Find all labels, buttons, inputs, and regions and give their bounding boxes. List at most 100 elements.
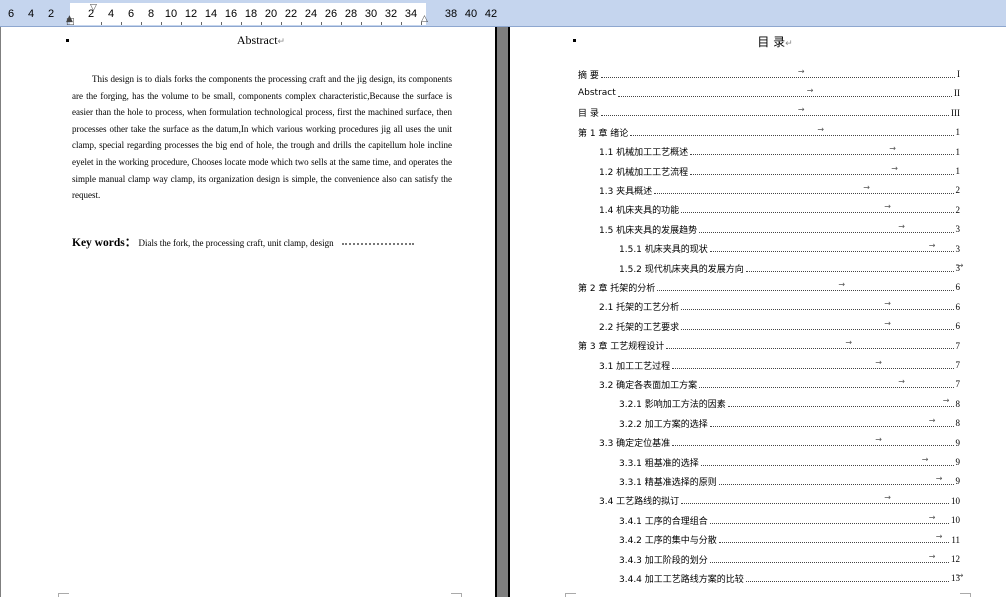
toc-entry[interactable]: 1.5 机床夹具的发展趋势 → 3	[599, 222, 960, 236]
ruler-tick	[341, 22, 342, 25]
toc-entry[interactable]: 第 3 章 工艺规程设计 → 7	[578, 338, 960, 353]
toc-entry-page: 9	[955, 457, 961, 467]
ruler-number: 14	[204, 8, 218, 20]
toc-entry[interactable]: 1.5.1 机床夹具的现状 → 3	[619, 241, 960, 255]
toc-leader-dots: →	[672, 435, 954, 447]
toc-entry-label: 第 3 章 工艺规程设计	[578, 342, 665, 353]
ruler-number: 38	[444, 8, 458, 20]
ruler-number: 4	[27, 8, 35, 20]
toc-entry[interactable]: 1.4 机床夹具的功能 → 2	[599, 202, 960, 217]
toc-entry-page: I	[957, 69, 960, 79]
tab-arrow-icon: →	[838, 279, 846, 289]
tab-arrow-icon: →	[797, 66, 805, 76]
toc-entry[interactable]: 3.4.3 加工阶段的划分 → 12	[619, 552, 960, 566]
toc-entry-label: 目 录	[578, 109, 599, 120]
toc-entry[interactable]: 1.3 夹具概述 → 2	[599, 183, 960, 197]
toc-entry-label: 3.3.1 精基准选择的原则	[619, 477, 717, 488]
toc-entry[interactable]: 第 1 章 绪论 → 1	[578, 125, 960, 139]
tab-arrow-icon: →	[928, 415, 936, 425]
ruler-number: 2	[47, 8, 55, 20]
ruler-number: 20	[264, 8, 278, 20]
toc-entry-label: 1.3 夹具概述	[599, 186, 653, 197]
toc-entry[interactable]: 3.4.4 加工工艺路线方案的比较 → 13	[619, 571, 963, 585]
toc-entry[interactable]: Abstract → II	[578, 85, 960, 99]
tab-arrow-icon: →	[806, 85, 814, 95]
toc-entry[interactable]: 3.4.2 工序的集中与分散 → 11	[619, 532, 960, 546]
toc-entry[interactable]: 3.2 确定各表面加工方案 → 7	[599, 377, 960, 391]
toc-leader-dots: →	[681, 202, 954, 214]
toc-entry-label: 1.1 机械加工工艺概述	[599, 148, 689, 159]
toc-entry[interactable]: 3.4 工艺路线的拟订 → 10	[599, 493, 960, 507]
toc-entry-page: II	[954, 88, 960, 99]
tab-arrow-icon: →	[928, 551, 936, 561]
toc-leader-dots: →	[745, 261, 963, 272]
toc-entry[interactable]: 目 录 → III	[578, 105, 960, 120]
toc-entry[interactable]: 摘 要 → I	[578, 67, 960, 81]
ruler-number: 18	[244, 8, 258, 20]
tab-arrow-icon: →	[956, 260, 964, 270]
toc-entry-page: 8	[955, 418, 961, 429]
toc-entry[interactable]: 3.1 加工工艺过程 → 7	[599, 357, 960, 372]
toc-entry[interactable]: 3.4.1 工序的合理组合 → 10	[619, 513, 960, 527]
toc-leader-dots: →	[690, 164, 954, 175]
toc-entry[interactable]: 3.2.1 影响加工方法的因素 → 8	[619, 396, 961, 411]
ruler-tick	[121, 22, 122, 25]
ruler-number: 26	[324, 8, 338, 20]
tab-arrow-icon: →	[863, 182, 870, 192]
toc-entry[interactable]: 第 2 章 托架的分析 → 6	[578, 280, 960, 294]
toc-entry[interactable]: 2.2 托架的工艺要求 → 6	[599, 318, 960, 333]
toc-entry[interactable]: 3.2.2 加工方案的选择 → 8	[619, 415, 961, 430]
first-line-indent-marker-icon[interactable]: ▽	[90, 4, 97, 13]
ruler-number: 24	[304, 8, 318, 20]
tab-arrow-icon: →	[875, 357, 882, 367]
keywords-label: Key words：	[72, 237, 137, 249]
toc-entry-page: 9	[955, 476, 961, 487]
toc-leader-dots: →	[654, 183, 954, 194]
tab-arrow-icon: →	[889, 144, 896, 154]
toc-entry[interactable]: 1.5.2 现代机床夹具的发展方向 → 3	[619, 261, 963, 275]
toc-entry[interactable]: 3.3 确定定位基准 → 9	[599, 435, 960, 449]
toc-leader-dots: →	[681, 299, 954, 311]
tab-arrow-icon: →	[797, 105, 805, 115]
toc-entry-label: 3.4.1 工序的合理组合	[619, 516, 708, 527]
tab-arrow-icon: →	[875, 435, 882, 445]
ruler-number: 22	[284, 8, 298, 20]
toc-entry[interactable]: 3.3.1 精基准选择的原则 → 9	[619, 474, 961, 488]
toc-leader-dots: →	[630, 125, 954, 136]
toc-entry-label: 1.4 机床夹具的功能	[599, 206, 680, 217]
toc-entry[interactable]: 2.1 托架的工艺分析 → 6	[599, 299, 960, 313]
toc-leader-dots: →	[709, 552, 949, 563]
left-indent-box-icon[interactable]: □	[66, 18, 75, 27]
ruler-number: 10	[164, 8, 178, 20]
toc-entry[interactable]: 1.2 机械加工工艺流程 → 1	[599, 164, 961, 178]
ruler-number: 16	[224, 8, 238, 20]
toc-entry-page: 1	[955, 166, 961, 176]
ruler-number: 4	[107, 8, 115, 20]
tab-arrow-icon: →	[928, 241, 936, 251]
toc-entry-label: 3.2.1 影响加工方法的因素	[619, 400, 726, 411]
tab-arrow-icon: →	[891, 163, 898, 173]
keywords-line: Key words： Dials the fork, the processin…	[72, 234, 462, 250]
tab-arrow-icon: →	[845, 338, 853, 348]
toc-entry[interactable]: 3.3.1 粗基准的选择 → 9	[619, 455, 961, 469]
toc-leader-dots: →	[600, 105, 949, 117]
toc-leader-dots: →	[657, 280, 954, 291]
tab-arrow-icon: →	[817, 124, 825, 134]
toc-entry-page: 8	[955, 398, 961, 409]
abstract-body: This design is to dials forks the compon…	[72, 74, 452, 201]
keywords-dotted-line	[341, 242, 414, 245]
toc-leader-dots: →	[600, 67, 955, 78]
toc-entry[interactable]: 1.1 机械加工工艺概述 → 1	[599, 144, 960, 159]
toc-leader-dots: →	[700, 455, 954, 466]
toc-entry-label: 1.5.2 现代机床夹具的发展方向	[619, 264, 744, 275]
ruler-tick	[221, 22, 222, 25]
page-corner-mark	[451, 593, 462, 597]
ruler-tick	[401, 22, 402, 25]
ruler-tick	[361, 22, 362, 25]
left-page[interactable]: Abstract↵ This design is to dials forks …	[1, 27, 495, 597]
toc-leader-dots: →	[727, 396, 954, 408]
right-indent-marker-icon[interactable]: △	[421, 15, 428, 24]
horizontal-ruler[interactable]: 6 4 2 2 4 6 8 10 12 14 16 18 20 22 24 26 28 30 32 34 38 40 42 …	[0, 0, 1006, 27]
tab-arrow-icon: →	[884, 202, 891, 212]
tab-arrow-icon: →	[884, 318, 891, 328]
